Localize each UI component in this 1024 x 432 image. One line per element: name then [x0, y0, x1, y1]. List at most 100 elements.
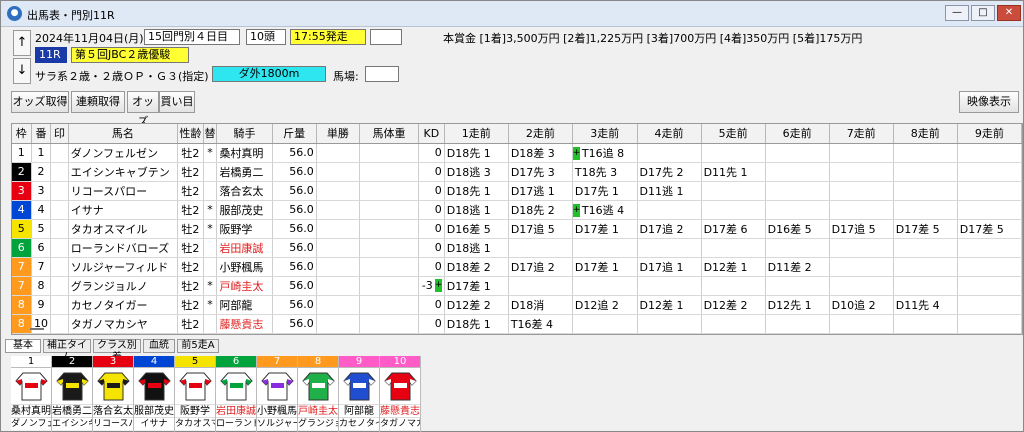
column-header[interactable]: 替: [203, 124, 218, 144]
jockey-silk-icon: [93, 368, 133, 404]
past-race-result: D18先 2: [510, 203, 555, 217]
next-race-button[interactable]: ↓: [13, 58, 31, 84]
kd-value: 0: [434, 298, 442, 311]
past-race-cell: [893, 200, 958, 220]
mark-cell[interactable]: [50, 314, 69, 334]
table-row[interactable]: 5 5 タカオスマイル 牡2 * 阪野学 56.0 0 D16差 5 D17追 5 D17差 1 D1…: [12, 219, 1022, 239]
column-header[interactable]: 1走前: [444, 124, 509, 144]
waku-cell: 6: [12, 238, 32, 258]
mark-cell[interactable]: [50, 238, 69, 258]
table-row[interactable]: 6 6 ローランドバローズ 牡2 岩田康誠 56.0 0 D18逃 1: [12, 238, 1022, 258]
silk-card[interactable]: 3 落合玄太リコースパ: [93, 356, 134, 432]
silk-card[interactable]: 9 阿部龍カセノタイ: [339, 356, 380, 432]
column-header[interactable]: 馬名: [68, 124, 179, 144]
column-header[interactable]: 印: [50, 124, 69, 144]
renpuku-fetch-button[interactable]: 連頼取得: [71, 91, 125, 113]
table-row[interactable]: 1 1 ダノンフェルゼン 牡2 * 桑村真明 56.0 0 D18先 1 D18差 3 +T16追 …: [12, 143, 1022, 163]
horse-name-cell: タカオスマイル: [68, 219, 179, 239]
column-header[interactable]: 騎手: [216, 124, 273, 144]
column-header[interactable]: 3走前: [572, 124, 638, 144]
table-row[interactable]: 2 2 エイシンキャブテン 牡2 岩橋勇二 56.0 0 D18逃 3 D17先 3 T18先 3…: [12, 162, 1022, 182]
mark-cell[interactable]: [50, 143, 69, 163]
past-race-result: D12差 1: [639, 298, 684, 312]
column-header[interactable]: 馬体重: [359, 124, 419, 144]
mark-cell[interactable]: [50, 162, 69, 182]
mark-cell[interactable]: [50, 200, 69, 220]
past-race-cell: [637, 314, 702, 334]
column-header[interactable]: 9走前: [957, 124, 1022, 144]
waku-cell: 7: [12, 257, 32, 277]
past-race-cell: D17追 1: [637, 257, 702, 277]
tab-corrected-time[interactable]: 補正タイム: [43, 339, 91, 363]
video-display-button[interactable]: 映像表示: [959, 91, 1019, 113]
column-header[interactable]: 性齢: [177, 124, 204, 144]
column-header[interactable]: 枠: [12, 124, 32, 144]
horse-name-cell: リコースパロー: [68, 181, 179, 201]
silk-card[interactable]: 4 服部茂史 イサナ: [134, 356, 175, 432]
column-header[interactable]: 斤量: [272, 124, 317, 144]
table-row[interactable]: 7 8 グランジョルノ 牡2 * 戸崎圭太 56.0 -3 + D17差 1: [12, 276, 1022, 296]
close-button[interactable]: ✕: [997, 5, 1021, 21]
silk-card[interactable]: 7 小野楓馬ソルジャー: [257, 356, 298, 432]
tab-class-finish[interactable]: クラス別着: [93, 339, 141, 363]
table-body: 1 1 ダノンフェルゼン 牡2 * 桑村真明 56.0 0 D18先 1 D18差 3 +T16追 …: [12, 143, 1022, 334]
column-header[interactable]: 番: [31, 124, 52, 144]
table-row[interactable]: 3 3 リコースパロー 牡2 落合玄太 56.0 0 D18先 1 D17逃 1 D17先 1 D1…: [12, 181, 1022, 201]
silk-card[interactable]: 6 岩田康誠ローランド: [216, 356, 257, 432]
past-race-cell: D18差 2: [444, 257, 509, 277]
column-header[interactable]: 6走前: [765, 124, 830, 144]
table-row[interactable]: 4 4 イサナ 牡2 * 服部茂史 56.0 0 D18逃 1 D18先 2 +T16逃 4: [12, 200, 1022, 220]
table-row[interactable]: 7 7 ソルジャーフィルド 牡2 小野楓馬 56.0 0 D18差 2 D17追 2 D17差 1…: [12, 257, 1022, 277]
buy-ticket-button[interactable]: 買い目: [159, 91, 195, 113]
mark-cell[interactable]: [50, 181, 69, 201]
kd-cell: 0: [418, 200, 445, 220]
tab-basic[interactable]: 基本: [5, 339, 41, 353]
meeting-day: 15回門別４日目: [144, 29, 240, 45]
column-header[interactable]: 単勝: [316, 124, 361, 144]
maximize-button[interactable]: □: [971, 5, 995, 21]
column-header[interactable]: 4走前: [637, 124, 702, 144]
empty-cell: [203, 333, 218, 334]
silks-panel: 1桑村真明ダノンフェル2岩橋勇二エイシンキ3落合玄太リコースパ4服部茂史イサナ5…: [11, 356, 431, 432]
mark-cell[interactable]: [50, 295, 69, 315]
column-header[interactable]: 8走前: [893, 124, 958, 144]
tab-pedigree[interactable]: 血統: [143, 339, 175, 353]
column-header[interactable]: 2走前: [508, 124, 573, 144]
table-row[interactable]: 8 9 カセノタイガー 牡2 * 阿部龍 56.0 0 D12差 2 D18消 D12追 2 D12差…: [12, 295, 1022, 315]
empty-cell: [418, 333, 445, 334]
carried-weight-cell: 56.0: [272, 219, 317, 239]
odds-fetch-button[interactable]: オッズ取得: [11, 91, 69, 113]
prize-money: 本賞金 [1着]3,500万円 [2着]1,225万円 [3着]700万円 [4…: [443, 32, 863, 45]
horse-number-cell: 7: [31, 257, 52, 277]
column-header[interactable]: 7走前: [829, 124, 894, 144]
silk-card[interactable]: 2 岩橋勇二エイシンキ: [52, 356, 93, 432]
mark-cell[interactable]: [50, 219, 69, 239]
prev-race-button[interactable]: ↑: [13, 30, 31, 56]
sex-age-cell: 牡2: [177, 200, 204, 220]
table-row[interactable]: 8 10 タガノマカシヤ 牡2 藤懸貴志 56.0 0 D18先 1 T16差 4: [12, 314, 1022, 334]
tab-last5-a[interactable]: 前5走A: [177, 339, 219, 353]
mark-cell[interactable]: [50, 276, 69, 296]
silk-card[interactable]: 8 戸崎圭太グランジョ: [298, 356, 339, 432]
scroll-indicator[interactable]: [30, 328, 44, 330]
silk-card[interactable]: 5 阪野学タカオスマ: [175, 356, 216, 432]
memo-box[interactable]: [370, 29, 402, 45]
odds-button[interactable]: オッズ: [127, 91, 159, 128]
horse-number-cell: 6: [31, 238, 52, 258]
column-header[interactable]: KD: [418, 124, 445, 144]
minimize-button[interactable]: —: [945, 5, 969, 21]
past-race-result: D18消: [510, 298, 545, 312]
past-race-cell: D17差 1: [572, 219, 638, 239]
body-weight-cell: [359, 181, 419, 201]
entry-table: 枠番印馬名 性齢替騎手 斤量 単勝 馬体重 KD 1走前 2走前 3走前 4走前 5走前 6走前 7走前…: [12, 124, 1022, 334]
past-race-cell: [701, 276, 766, 296]
mark-cell[interactable]: [50, 257, 69, 277]
silk-card[interactable]: 10 藤懸貴志タガノマカ: [380, 356, 421, 432]
silk-card[interactable]: 1 桑村真明ダノンフェル: [11, 356, 52, 432]
entry-grid: 枠番印馬名 性齢替騎手 斤量 単勝 馬体重 KD 1走前 2走前 3走前 4走前 5走前 6走前 7走前…: [11, 123, 1023, 335]
body-weight-cell: [359, 276, 419, 296]
jockey-change-cell: [203, 162, 218, 182]
past-race-cell: [957, 162, 1022, 182]
past-race-cell: [508, 276, 573, 296]
column-header[interactable]: 5走前: [701, 124, 766, 144]
